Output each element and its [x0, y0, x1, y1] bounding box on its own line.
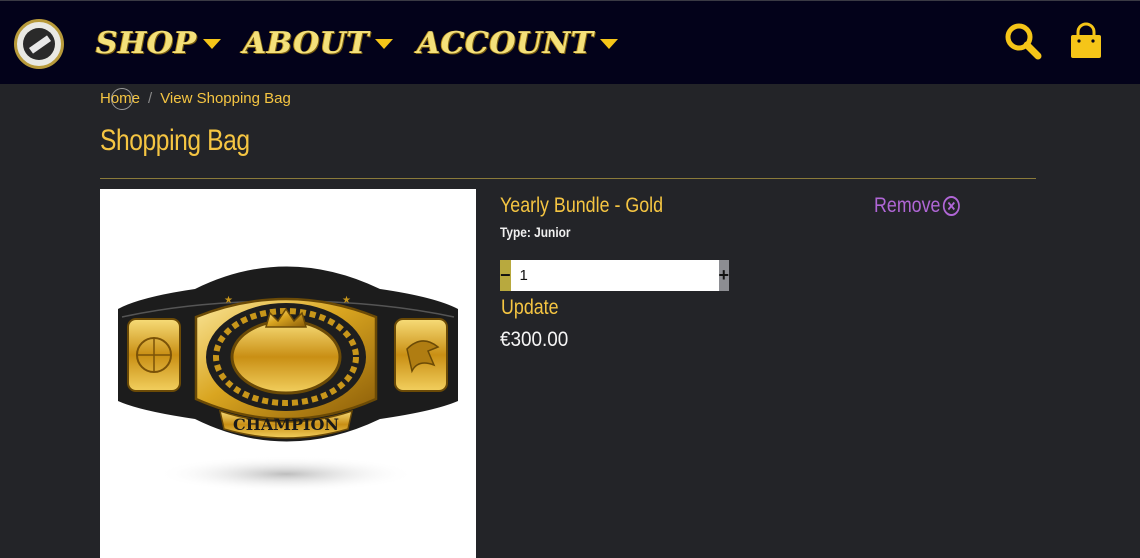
breadcrumb-current: View Shopping Bag	[160, 89, 291, 107]
chevron-down-icon	[375, 39, 394, 49]
breadcrumb: Home / View Shopping Bag	[100, 88, 291, 108]
navbar: SHOP ABOUT ACCOUNT	[0, 0, 1140, 84]
increment-button[interactable]: +	[718, 260, 730, 291]
update-button[interactable]: Update	[501, 296, 559, 320]
belt-banner-text: CHAMPION	[233, 415, 339, 434]
logo-emblem-icon	[23, 28, 55, 60]
shopping-bag-icon	[1071, 22, 1101, 58]
nav-about-label: ABOUT	[243, 25, 370, 61]
nav-account-label: ACCOUNT	[417, 25, 594, 61]
product-image: CHAMPION ★ ★	[100, 189, 476, 558]
shopping-bag-button[interactable]	[1066, 21, 1106, 61]
page-title: Shopping Bag	[100, 124, 250, 157]
close-circle-icon	[943, 196, 961, 216]
quantity-stepper: − +	[500, 260, 730, 291]
svg-text:★: ★	[224, 295, 233, 306]
nav-shop[interactable]: SHOP	[96, 23, 221, 63]
product-name: Yearly Bundle - Gold	[500, 194, 664, 217]
search-icon	[1005, 23, 1042, 60]
nav-shop-label: SHOP	[96, 25, 197, 61]
search-button[interactable]	[1003, 21, 1043, 61]
chevron-down-icon	[202, 39, 221, 49]
breadcrumb-home-link[interactable]: Home	[100, 90, 140, 107]
quantity-input[interactable]	[510, 260, 719, 291]
product-type: Type: Junior	[500, 224, 571, 240]
remove-label: Remove	[874, 194, 941, 217]
chevron-down-icon	[599, 39, 618, 49]
club-logo[interactable]	[14, 19, 64, 69]
nav-about[interactable]: ABOUT	[243, 23, 394, 63]
decrement-button[interactable]: −	[500, 260, 511, 291]
product-price: €300.00	[500, 328, 569, 351]
svg-text:★: ★	[342, 295, 351, 306]
nav-account[interactable]: ACCOUNT	[417, 23, 618, 63]
breadcrumb-separator: /	[148, 89, 153, 107]
divider	[100, 178, 1036, 179]
remove-button[interactable]: Remove	[874, 194, 961, 218]
champion-belt-image: CHAMPION ★ ★	[118, 266, 458, 492]
